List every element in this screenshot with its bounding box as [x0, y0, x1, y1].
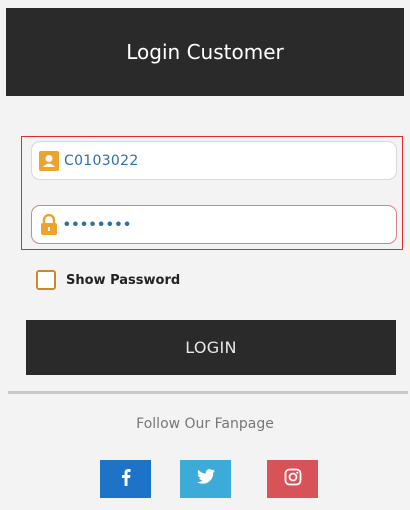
facebook-icon: [119, 468, 133, 491]
password-value: ••••••••: [64, 215, 133, 233]
username-field[interactable]: C0103022: [31, 141, 397, 180]
show-password-row[interactable]: Show Password: [36, 270, 180, 290]
twitter-icon: [196, 469, 215, 489]
instagram-button[interactable]: [267, 460, 318, 498]
user-icon: [38, 150, 60, 172]
login-screen: Login Customer C0103022 •••••••• Show Pa…: [0, 0, 410, 510]
page-title: Login Customer: [126, 40, 284, 64]
lock-icon: [38, 213, 60, 236]
instagram-icon: [284, 468, 302, 491]
follow-fanpage-text: Follow Our Fanpage: [136, 416, 274, 432]
facebook-button[interactable]: [100, 460, 151, 498]
divider: [8, 391, 408, 394]
login-button[interactable]: LOGIN: [26, 320, 396, 375]
show-password-label: Show Password: [66, 272, 181, 288]
username-value: C0103022: [64, 152, 139, 169]
app-header: Login Customer: [6, 8, 404, 96]
twitter-button[interactable]: [180, 460, 231, 498]
password-field[interactable]: ••••••••: [31, 205, 397, 244]
show-password-checkbox[interactable]: [36, 270, 56, 290]
